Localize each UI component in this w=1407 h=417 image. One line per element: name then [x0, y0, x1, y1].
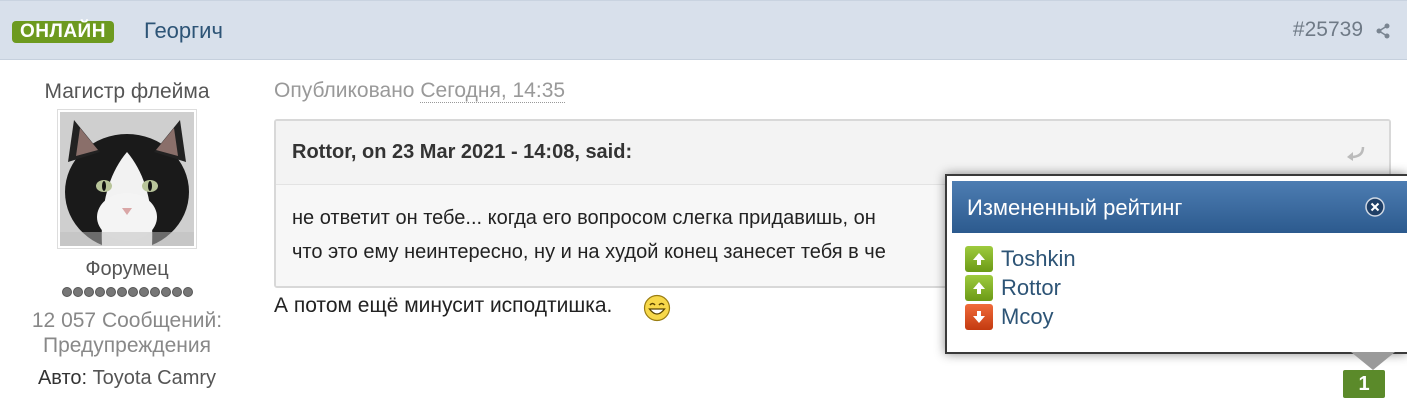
reputation-popup: Измененный рейтинг Toshkin Rottor Mcoy	[945, 174, 1407, 354]
author-name-link[interactable]: Георгич	[144, 18, 223, 44]
quote-text-line: не ответит он тебе... когда его вопросом…	[292, 207, 876, 229]
published-date: Сегодня, 14:35	[420, 79, 566, 103]
user-info-column: Магистр флейма Форумец 12 057 Сообщений:…	[0, 60, 254, 417]
car-label: Авто:	[37, 367, 88, 389]
online-badge: ОНЛАЙН	[12, 21, 114, 43]
reputation-user-link[interactable]: Rottor	[1001, 275, 1061, 301]
rank-pip	[106, 287, 116, 297]
rank-pip	[183, 287, 193, 297]
rank-pips	[62, 287, 193, 297]
reputation-entry: Toshkin	[965, 244, 1076, 273]
post-number-link[interactable]: #25739	[1293, 18, 1363, 42]
rank-pip	[161, 287, 171, 297]
rank-pip	[62, 287, 72, 297]
reputation-count-button[interactable]: 1	[1343, 370, 1385, 398]
published-label: Опубликовано	[274, 79, 415, 102]
rank-pip	[172, 287, 182, 297]
reputation-popup-pointer	[1351, 352, 1395, 370]
laughing-smiley-icon	[643, 294, 671, 322]
arrow-up-icon	[965, 274, 993, 301]
rank-pip	[73, 287, 83, 297]
share-icon[interactable]	[1375, 23, 1391, 39]
rank-pip	[117, 287, 127, 297]
reputation-user-link[interactable]: Mcoy	[1001, 304, 1054, 330]
arrow-down-icon	[965, 303, 993, 330]
post-header: ОНЛАЙН Георгич #25739	[0, 0, 1407, 60]
reputation-entry: Mcoy	[965, 302, 1076, 331]
post-count: 12 057 Сообщений: Предупреждения	[0, 308, 254, 358]
reputation-user-link[interactable]: Toshkin	[1001, 246, 1076, 272]
rank-pip	[150, 287, 160, 297]
arrow-up-icon	[965, 245, 993, 272]
avatar[interactable]	[57, 109, 197, 249]
published-line: Опубликовано Сегодня, 14:35	[274, 79, 566, 103]
warnings-line: Предупреждения	[43, 334, 211, 357]
reputation-list: Toshkin Rottor Mcoy	[965, 244, 1076, 331]
quote-citation: Rottor, on 23 Mar 2021 - 14:08, said:	[292, 141, 633, 163]
quote-jump-icon[interactable]	[1345, 145, 1367, 161]
reputation-popup-title: Измененный рейтинг	[967, 195, 1183, 220]
car-value: Toyota Camry	[92, 367, 217, 389]
user-rank-title: Магистр флейма	[44, 80, 210, 103]
rank-pip	[139, 287, 149, 297]
reputation-entry: Rottor	[965, 273, 1076, 302]
quote-text-line: что это ему неинтересно, ну и на худой к…	[292, 241, 886, 263]
post-count-line: 12 057 Сообщений:	[31, 309, 223, 332]
close-icon[interactable]	[1365, 197, 1385, 217]
post-body-text: А потом ещё минусит исподтишка.	[274, 294, 613, 317]
car-info: Авто: Toyota Camry	[0, 367, 254, 390]
avatar-cat-image	[60, 112, 194, 246]
reputation-popup-header: Измененный рейтинг	[952, 181, 1407, 233]
user-group: Форумец	[85, 258, 169, 280]
rank-pip	[84, 287, 94, 297]
rank-pip	[95, 287, 105, 297]
rank-pip	[128, 287, 138, 297]
